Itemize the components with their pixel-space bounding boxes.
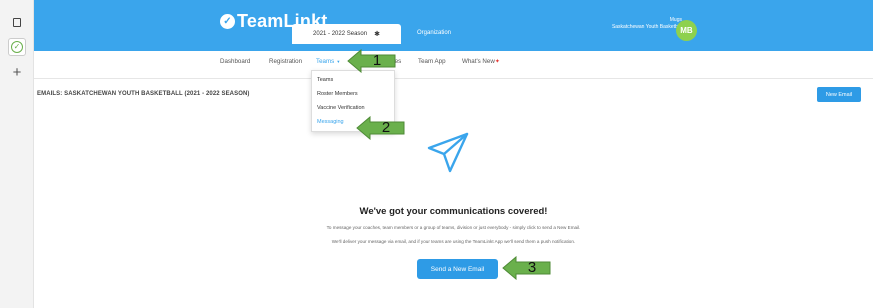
- nav-team-app[interactable]: Team App: [418, 58, 446, 65]
- empty-state-description: To message your coaches, team members or…: [326, 225, 581, 230]
- sub-navigation: Dashboard Registration Teams ▼ Scores Te…: [34, 51, 873, 79]
- callout-arrow-1: 1: [347, 49, 397, 73]
- plus-icon[interactable]: +: [9, 64, 25, 81]
- send-new-email-button[interactable]: Send a New Email: [417, 259, 498, 279]
- page-title: EMAILS: SASKATCHEWAN YOUTH BASKETBALL (2…: [37, 91, 250, 97]
- top-bar: ✓ TeamLinkt 2021 - 2022 Season ✱ Organiz…: [34, 0, 873, 51]
- menu-item-messaging[interactable]: Messaging: [317, 119, 344, 125]
- nav-teams[interactable]: Teams ▼: [316, 58, 340, 65]
- user-info[interactable]: Mugs Saskatchewan Youth Basketb...: [554, 17, 682, 31]
- nav-whats-new[interactable]: What's New✦: [462, 58, 500, 65]
- menu-item-teams[interactable]: Teams: [317, 77, 333, 83]
- gear-icon[interactable]: ✱: [374, 30, 380, 38]
- paper-plane-icon: [427, 132, 469, 173]
- callout-number: 2: [381, 119, 391, 136]
- nav-whats-new-label: What's New: [462, 58, 495, 65]
- checkmark-logo-icon: ✓: [220, 13, 235, 29]
- empty-state-heading: We've got your communications covered!: [359, 206, 548, 217]
- new-email-button[interactable]: New Email: [817, 87, 861, 102]
- chevron-down-icon: ▼: [335, 59, 341, 64]
- left-rail: ✓ +: [0, 0, 34, 308]
- nav-teams-label: Teams: [316, 58, 335, 65]
- check-circle-icon[interactable]: ✓: [8, 38, 26, 56]
- menu-item-vaccine-verification[interactable]: Vaccine Verification: [317, 105, 365, 111]
- callout-number: 1: [372, 52, 382, 69]
- callout-arrow-3: 3: [502, 256, 552, 280]
- nav-dashboard[interactable]: Dashboard: [220, 58, 250, 65]
- empty-state-note: We'll deliver your message via email, an…: [331, 239, 576, 244]
- user-name: Mugs: [669, 17, 682, 23]
- copy-icon[interactable]: [9, 14, 25, 30]
- avatar[interactable]: MB: [676, 20, 697, 41]
- tab-organization[interactable]: Organization: [417, 30, 451, 36]
- new-indicator-icon: ✦: [494, 59, 500, 65]
- user-organization: Saskatchewan Youth Basketb...: [611, 24, 682, 30]
- nav-registration[interactable]: Registration: [269, 58, 302, 65]
- main-area: ✓ TeamLinkt 2021 - 2022 Season ✱ Organiz…: [34, 0, 873, 308]
- menu-item-roster-members[interactable]: Roster Members: [317, 91, 358, 97]
- callout-number: 3: [527, 259, 537, 276]
- tab-season[interactable]: 2021 - 2022 Season ✱: [292, 24, 401, 44]
- callout-arrow-2: 2: [356, 116, 406, 140]
- season-tab-label: 2021 - 2022 Season: [313, 31, 368, 37]
